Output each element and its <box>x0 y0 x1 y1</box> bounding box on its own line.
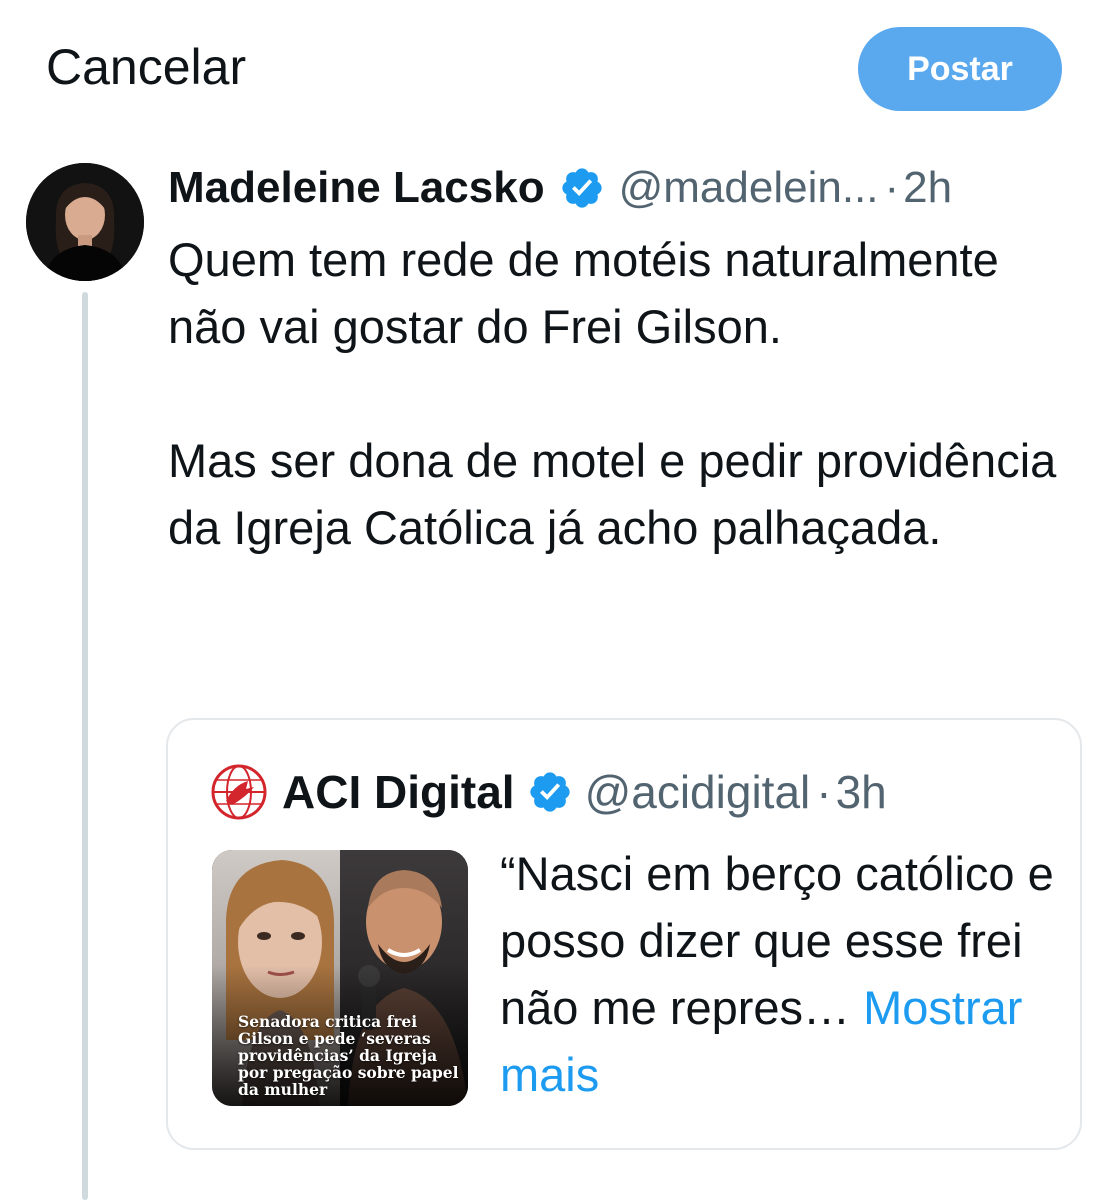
quoted-author-handle[interactable]: @acidigital <box>585 765 811 819</box>
avatar[interactable] <box>26 163 144 281</box>
cancel-button[interactable]: Cancelar <box>46 38 246 96</box>
tweet-text: Quem tem rede de motéis naturalmente não… <box>168 233 1057 554</box>
quoted-tweet-card[interactable]: ACI Digital @acidigital · 3h Senadora cr… <box>166 718 1082 1150</box>
quoted-tweet-image[interactable]: Senadora critica frei Gilson e pede ‘sev… <box>212 850 468 1106</box>
separator-dot: · <box>816 766 832 818</box>
thread-line <box>82 292 88 1200</box>
quoted-tweet-text: “Nasci em berço católico e posso dizer q… <box>500 840 1060 1108</box>
compose-header: Cancelar Postar <box>0 0 1107 130</box>
author-handle[interactable]: @madelein... <box>619 160 879 216</box>
quoted-tweet-time[interactable]: 3h <box>836 765 887 819</box>
post-button[interactable]: Postar <box>858 27 1062 111</box>
avatar-photo <box>26 163 144 281</box>
thumbnail-caption: Senadora critica frei Gilson e pede ‘sev… <box>238 1012 459 1099</box>
tweet-header: Madeleine Lacsko @madelein... · 2h <box>168 160 1068 216</box>
tweet-time[interactable]: 2h <box>903 160 952 216</box>
quoted-tweet-header: ACI Digital @acidigital · 3h <box>210 764 887 820</box>
verified-badge-icon <box>561 168 602 208</box>
author-name[interactable]: Madeleine Lacsko <box>168 160 545 216</box>
aci-digital-logo-icon <box>211 764 267 820</box>
verified-badge-icon <box>529 772 570 812</box>
quoted-author-name[interactable]: ACI Digital <box>282 765 515 819</box>
separator-dot: · <box>884 163 900 212</box>
